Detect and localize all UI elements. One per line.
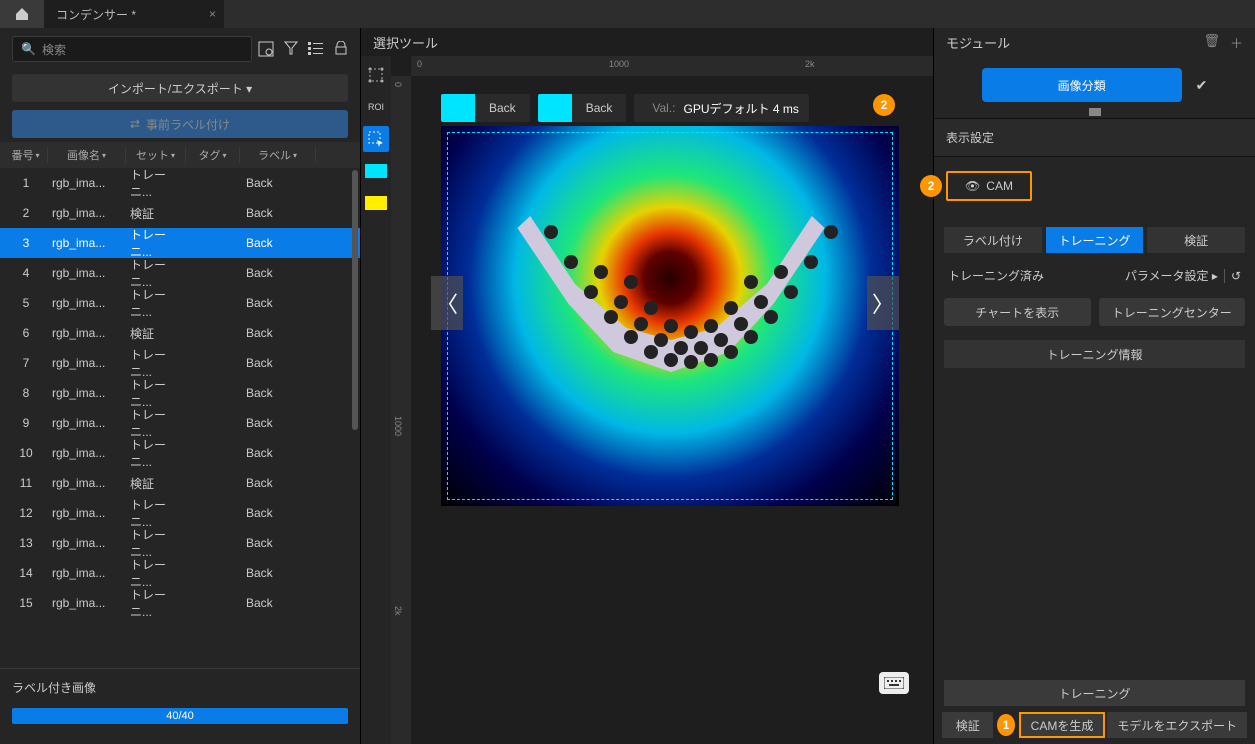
prelabel-button[interactable]: ⇄ 事前ラベル付け [12,110,348,138]
left-panel: 🔍 検索 インポート/エクスポート ▾ ⇄ 事前ラベル付け 番号▾ 画像名▾ セ… [0,28,360,744]
delete-icon[interactable]: 🗑 [1203,33,1220,52]
cam-toggle-button[interactable]: 👁 CAM [946,171,1032,201]
lock-icon[interactable] [334,41,348,57]
validate-button[interactable]: 検証 [942,712,993,738]
sub-tabs: ラベル付け トレーニング 検証 [944,227,1245,253]
badge-color-1 [441,94,475,122]
display-settings-title: 表示設定 [934,118,1255,157]
module-label: モジュール [946,33,1010,52]
search-input[interactable]: 🔍 検索 [12,36,252,62]
badge-groundtruth: Back [538,94,627,122]
search-placeholder: 検索 [42,41,66,58]
canvas[interactable]: 0 1000 2k 0 1000 2k Back [391,56,933,744]
home-button[interactable] [0,0,44,28]
tab-training[interactable]: トレーニング [1046,227,1144,253]
check-icon[interactable]: ✔ [1196,77,1208,94]
history-icon[interactable]: ↺ [1231,269,1241,283]
search-icon: 🔍 [21,42,36,56]
table-row[interactable]: 1rgb_ima...トレーニ...Back [0,168,360,198]
generate-cam-button[interactable]: CAMを生成 [1019,712,1106,738]
tab-validation[interactable]: 検証 [1147,227,1245,253]
table-row[interactable]: 15rgb_ima...トレーニ...Back [0,588,360,618]
progress-text: 40/40 [12,708,348,724]
next-image-button[interactable]: 〉 [867,276,899,330]
table-row[interactable]: 3rgb_ima...トレーニ...Back [0,228,360,258]
table-row[interactable]: 8rgb_ima...トレーニ...Back [0,378,360,408]
add-icon[interactable]: ＋ [1230,33,1243,52]
badge-predicted: Back [441,94,530,122]
info-badges: Back Back Val.: GPUデフォルト 4 ms [441,94,809,122]
keyboard-icon[interactable] [879,672,909,694]
progress-bar: 40/40 [12,708,348,724]
image-table[interactable]: 1rgb_ima...トレーニ...Back2rgb_ima...検証Back3… [0,168,360,668]
table-row[interactable]: 11rgb_ima...検証Back [0,468,360,498]
badge-color-2 [538,94,572,122]
table-row[interactable]: 10rgb_ima...トレーニ...Back [0,438,360,468]
prelabel-icon: ⇄ [130,117,140,131]
image-preview[interactable] [441,126,899,506]
document-tab[interactable]: コンデンサー * × [44,0,224,28]
connector [934,108,1255,118]
param-settings-link[interactable]: パラメータ設定 ▸ [1125,267,1218,284]
training-info-title: トレーニング情報 [944,340,1245,368]
table-row[interactable]: 4rgb_ima...トレーニ...Back [0,258,360,288]
badge-text-2: Back [572,94,627,122]
cam-label: CAM [986,179,1013,193]
callout-1: 1 [997,714,1014,736]
ruler-horizontal: 0 1000 2k [411,56,933,76]
filter-image-icon[interactable] [258,41,274,57]
close-icon[interactable]: × [209,7,216,21]
titlebar: コンデンサー * × [0,0,1255,28]
ruler-vertical: 0 1000 2k [391,76,411,744]
col-number[interactable]: 番号▾ [4,147,48,163]
tab-labeling[interactable]: ラベル付け [944,227,1042,253]
prev-image-button[interactable]: 〈 [431,276,463,330]
callout-2-right: 2 [920,175,942,197]
tool-select[interactable] [363,126,389,152]
col-tag[interactable]: タグ▾ [186,147,240,163]
tool-sidebar: ROI [361,56,391,744]
training-center-button[interactable]: トレーニングセンター [1099,298,1246,326]
funnel-icon[interactable] [284,41,298,57]
table-row[interactable]: 9rgb_ima...トレーニ...Back [0,408,360,438]
badge-text-1: Back [475,94,530,122]
val-label: Val.: [644,101,683,115]
col-name[interactable]: 画像名▾ [48,147,126,163]
labeled-images-label: ラベル付き画像 [12,679,348,696]
table-row[interactable]: 12rgb_ima...トレーニ...Back [0,498,360,528]
table-row[interactable]: 2rgb_ima...検証Back [0,198,360,228]
list-icon[interactable] [308,41,324,57]
table-row[interactable]: 14rgb_ima...トレーニ...Back [0,558,360,588]
callout-2: 2 [873,94,895,116]
show-chart-button[interactable]: チャートを表示 [944,298,1091,326]
col-label[interactable]: ラベル▾ [240,147,316,163]
trained-status: トレーニング済み [948,267,1044,284]
tool-transform[interactable] [363,62,389,88]
swatch-yellow[interactable] [363,190,389,216]
export-model-button[interactable]: モデルをエクスポート [1107,712,1247,738]
prelabel-label: 事前ラベル付け [146,116,230,133]
image-classification-button[interactable]: 画像分類 [982,68,1182,102]
train-button[interactable]: トレーニング [944,680,1245,706]
right-panel: モジュール 🗑 ＋ 画像分類 ✔ 表示設定 👁 CAM 2 ラベル付け トレーニ… [933,28,1255,744]
col-set[interactable]: セット▾ [126,147,186,163]
table-row[interactable]: 6rgb_ima...検証Back [0,318,360,348]
progress-section: ラベル付き画像 40/40 [0,668,360,744]
tool-roi[interactable]: ROI [363,94,389,120]
swatch-cyan[interactable] [363,158,389,184]
val-badge: Val.: GPUデフォルト 4 ms [634,94,808,122]
center-panel: 選択ツール ROI 0 1000 2k 0 1000 2k [360,28,933,744]
tab-title: コンデンサー * [56,6,136,23]
table-header: 番号▾ 画像名▾ セット▾ タグ▾ ラベル▾ [0,142,360,168]
eye-icon: 👁 [965,179,980,193]
import-export-button[interactable]: インポート/エクスポート ▾ [12,74,348,102]
table-row[interactable]: 13rgb_ima...トレーニ...Back [0,528,360,558]
center-title: 選択ツール [361,28,933,56]
selection-rectangle[interactable] [447,132,893,500]
table-row[interactable]: 5rgb_ima...トレーニ...Back [0,288,360,318]
table-row[interactable]: 7rgb_ima...トレーニ...Back [0,348,360,378]
scrollbar[interactable] [352,170,358,430]
val-value: GPUデフォルト 4 ms [684,100,799,117]
